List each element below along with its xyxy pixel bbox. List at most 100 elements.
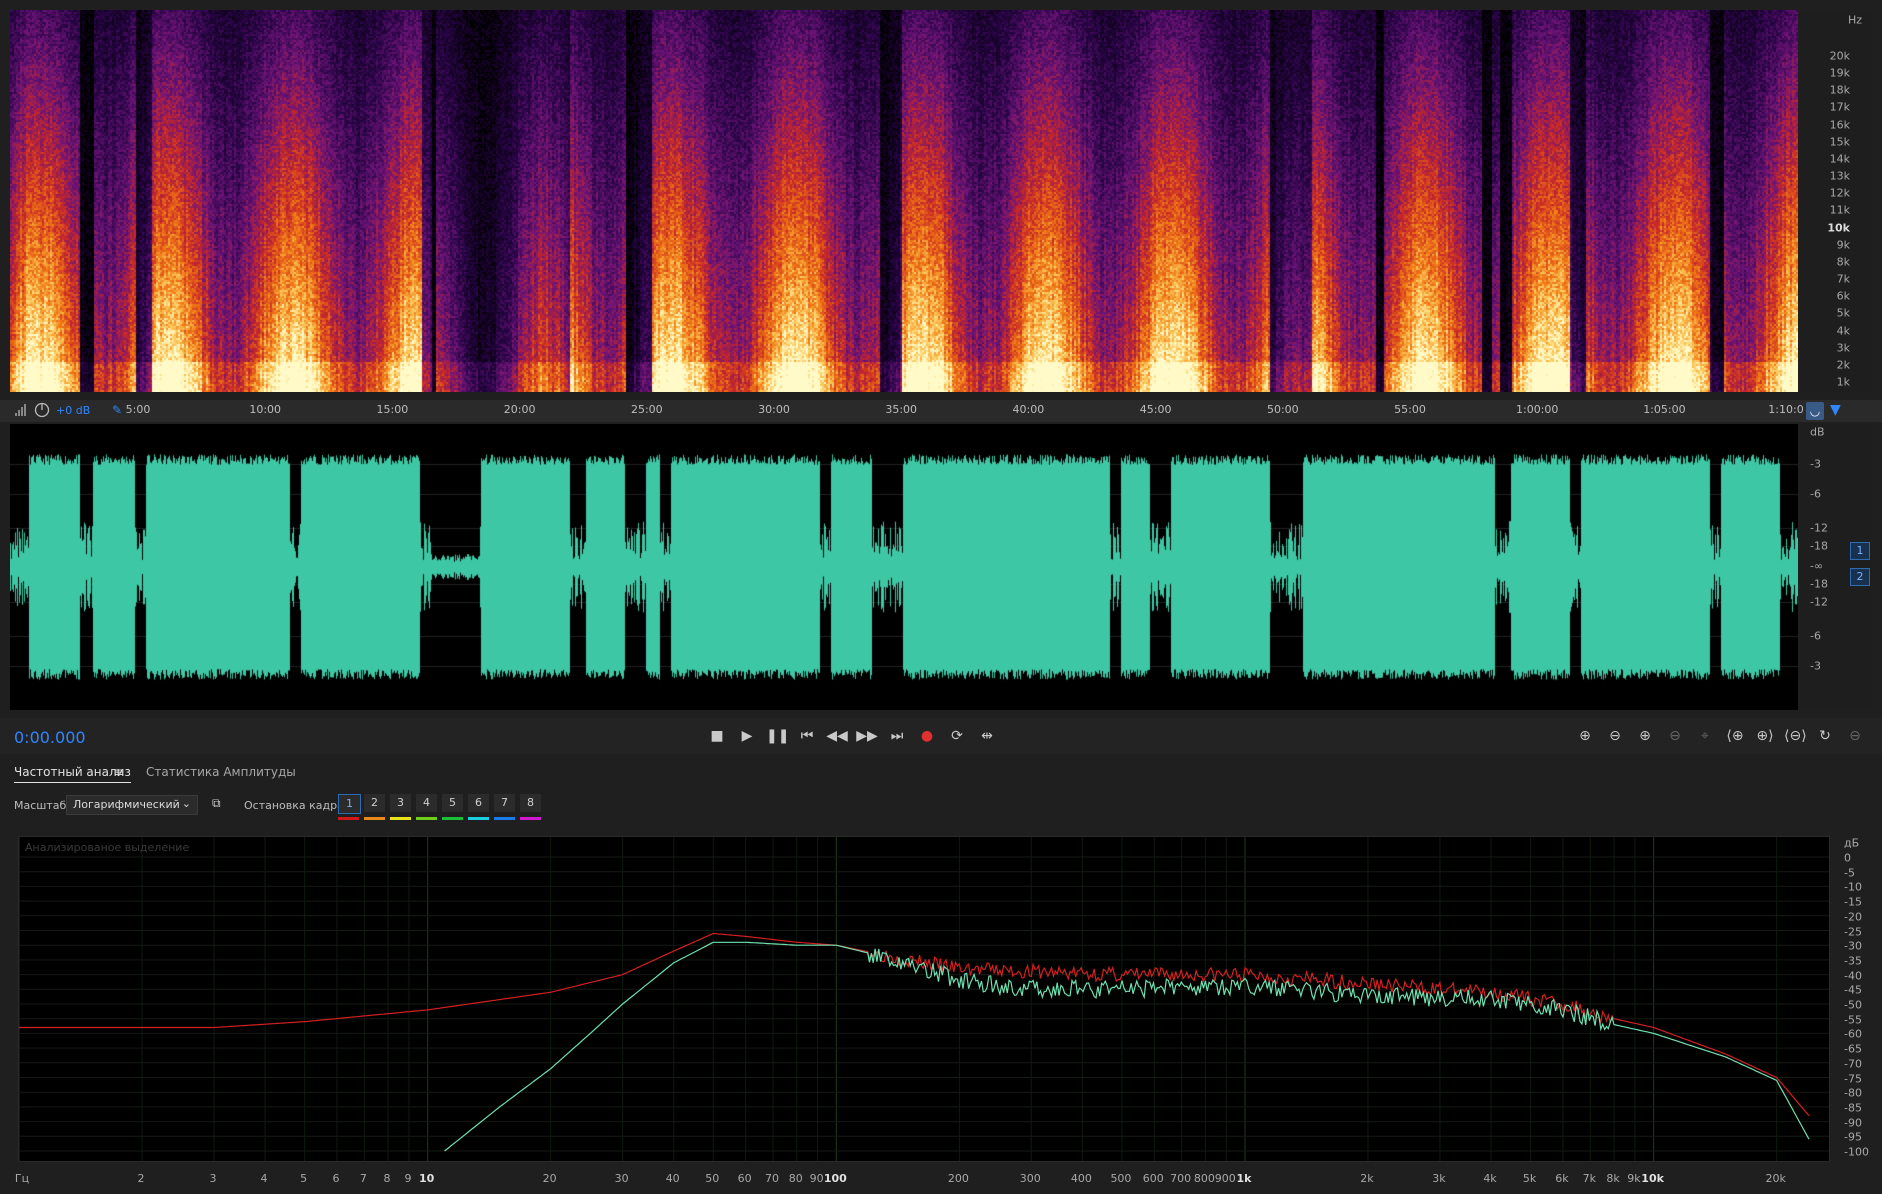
headphones-icon[interactable]: ◡ [1806,402,1824,420]
freq-db-label: -95 [1844,1130,1862,1144]
tab-amplitude-statistics[interactable]: Статистика Амплитуды [146,765,296,779]
zoom-reset-icon[interactable]: ↻ [1814,726,1836,746]
waveform-canvas[interactable] [10,424,1798,710]
go-to-end-button[interactable]: ⏭ [886,726,908,746]
freeze-frame-button-7[interactable]: 7 [494,794,515,812]
freq-db-label: -65 [1844,1042,1862,1056]
freq-tick-label: 90 [809,1172,824,1185]
timecode-display[interactable]: 0:00.000 [14,728,86,747]
pause-button[interactable]: ❚❚ [766,726,789,746]
freq-tick-label: Гц [14,1172,30,1185]
copy-icon[interactable]: ⧉ [212,796,226,810]
freq-tick-label: 700 [1170,1172,1192,1185]
freq-tick-label: 6k [1555,1172,1569,1185]
hz-label: 16k [1829,118,1850,132]
freq-db-label: -10 [1844,880,1862,894]
freq-tick-label: 10k [1641,1172,1664,1185]
freq-db-label: -80 [1844,1086,1862,1100]
freeze-frame-button-4[interactable]: 4 [416,794,437,812]
freq-tick-label: 30 [614,1172,629,1185]
stop-button[interactable]: ■ [706,726,728,746]
zoom-in-left-icon[interactable]: ⟨⊕ [1724,726,1746,746]
freq-db-label: -5 [1844,866,1855,880]
zoom-out-amplitude-icon[interactable]: ⊖ [1604,726,1626,746]
db-label: -∞ [1810,559,1824,573]
time-tick-label: 30:00 [758,403,790,416]
graph-caption: Анализированое выделение [25,841,190,854]
freeze-frame-color-5 [442,817,463,820]
frequency-graph[interactable]: Анализированое выделение [18,836,1830,1162]
freeze-frame-button-2[interactable]: 2 [364,794,385,812]
zoom-out-full-icon[interactable]: ⊖ [1844,726,1866,746]
record-button[interactable]: ● [916,726,938,746]
freq-tick-label: 8k [1606,1172,1620,1185]
channel-1-toggle[interactable]: 1 [1850,542,1870,560]
hz-label: 11k [1829,203,1850,217]
time-ruler[interactable]: +0 dB ✎ 5:00 10:00 15:00 20:00 25:00 30:00 35:… [0,400,1882,422]
freq-tick-label: 9 [404,1172,412,1185]
freeze-frame-color-7 [494,817,515,820]
freeze-frame-color-4 [416,817,437,820]
freq-tick-label: 4 [260,1172,268,1185]
freq-db-label: -20 [1844,910,1862,924]
freeze-frame-button-5[interactable]: 5 [442,794,463,812]
freq-tick-label: 2 [137,1172,145,1185]
freeze-frame-color-2 [364,817,385,820]
freq-db-label: -35 [1844,954,1862,968]
zoom-selection-icon[interactable]: ⌖ [1694,726,1716,746]
zoom-out-time-icon[interactable]: ⊖ [1664,726,1686,746]
freq-db-label: -25 [1844,925,1862,938]
freq-tick-label: 20 [542,1172,557,1185]
hz-label: 13k [1829,169,1850,183]
time-tick-label: 20:00 [503,403,536,416]
hz-label: 18k [1829,83,1850,97]
scale-dropdown[interactable]: Логарифмический ⌄ [66,795,198,815]
freq-tick-label: 7 [359,1172,367,1185]
hz-label: 9k [1836,238,1850,252]
hz-label: 8k [1836,255,1850,269]
freq-tick-label: 60 [737,1172,752,1185]
tab-menu-icon[interactable]: ≡ [114,765,124,779]
freq-tick-label: 300 [1019,1172,1041,1185]
time-tick-label: 15:00 [376,403,409,416]
time-tick-label: 55:00 [1394,403,1426,416]
db-scale-panel: dB -3 -6 -12 -18 -∞ -18 -12 -6 -3 1 2 [1800,424,1872,710]
spectrogram-canvas[interactable] [10,10,1798,392]
time-tick-label: 10:00 [249,403,282,416]
freeze-frame-color-8 [520,817,541,820]
freq-tick-label: 800 [1193,1172,1215,1185]
freeze-frame-button-8[interactable]: 8 [520,794,541,812]
zoom-in-amplitude-icon[interactable]: ⊕ [1574,726,1596,746]
freq-tick-label: 10 [418,1172,435,1185]
freeze-frame-button-1[interactable]: 1 [338,794,361,814]
db-label: -6 [1810,487,1821,501]
hz-label: 14k [1829,152,1850,166]
zoom-full-icon[interactable]: ⟨⊖⟩ [1784,726,1807,746]
zoom-in-right-icon[interactable]: ⊕⟩ [1754,726,1776,746]
channel-2-toggle[interactable]: 2 [1850,568,1870,586]
freq-tick-label: 4k [1483,1172,1497,1185]
marker-icon[interactable]: ▼ [1830,402,1844,420]
skip-selection-button[interactable]: ⇹ [976,726,998,746]
freeze-frame-button-6[interactable]: 6 [468,794,489,812]
fast-forward-button[interactable]: ▶▶ [856,726,878,746]
spectrogram-view[interactable] [10,10,1798,392]
freq-db-label: -50 [1844,998,1862,1012]
freeze-frame-label: Остановка кадра: [244,799,348,812]
play-button[interactable]: ▶ [736,726,758,746]
freeze-frame-button-3[interactable]: 3 [390,794,411,812]
go-to-start-button[interactable]: ⏮ [796,726,818,746]
db-label: -12 [1810,521,1828,535]
loop-button[interactable]: ⟳ [946,726,968,746]
zoom-in-time-icon[interactable]: ⊕ [1634,726,1656,746]
freeze-frame-color-3 [390,817,411,820]
time-tick-label: 5:00 [125,403,151,416]
freq-tick-label: 100 [823,1172,847,1185]
waveform-view[interactable] [10,424,1798,710]
freq-tick-label: 3k [1432,1172,1446,1185]
chevron-down-icon: ⌄ [181,797,191,810]
scale-dropdown-value: Логарифмический [73,798,180,811]
rewind-button[interactable]: ◀◀ [826,726,848,746]
db-unit-label: dB [1810,425,1825,439]
transport-bar [0,718,1882,754]
